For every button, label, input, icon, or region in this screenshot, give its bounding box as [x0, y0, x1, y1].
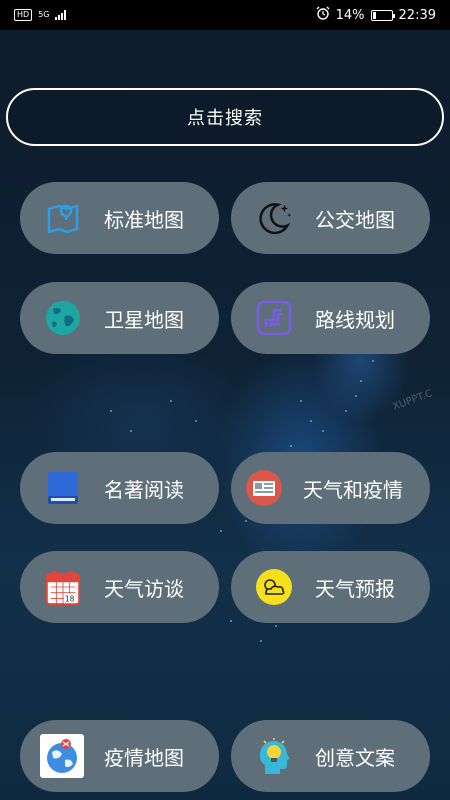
battery-charging-icon	[370, 9, 395, 21]
search-button[interactable]: 点击搜索	[6, 88, 444, 146]
battery-fill	[372, 11, 376, 19]
tile-route-planning[interactable]: 路线规划	[231, 282, 430, 354]
book-icon	[44, 469, 82, 507]
status-left: HD 5G	[14, 9, 67, 21]
lightbulb-head-icon	[255, 737, 293, 775]
status-bar: HD 5G 14% 22:39	[0, 0, 450, 30]
tile-label: 天气和疫情	[303, 477, 403, 502]
tile-label: 疫情地图	[104, 745, 184, 770]
tile-satellite-map[interactable]: 卫星地图	[20, 282, 219, 354]
svg-text:18: 18	[65, 594, 75, 603]
sun-cloud-icon	[255, 568, 293, 606]
hd-badge: HD	[14, 9, 33, 21]
tile-label: 创意文案	[315, 745, 395, 770]
globe-icon	[44, 299, 82, 337]
status-time: 22:39	[398, 7, 436, 23]
newspaper-icon	[245, 469, 283, 507]
map-pin-icon	[44, 199, 82, 237]
tile-label: 卫星地图	[104, 307, 184, 332]
tile-label: 标准地图	[104, 207, 184, 232]
calendar-icon: 18	[44, 568, 82, 606]
tile-creative-copywriting[interactable]: 创意文案	[231, 720, 430, 792]
tile-epidemic-map[interactable]: 疫情地图	[20, 720, 219, 792]
tile-weather-interview[interactable]: 18 天气访谈	[20, 551, 219, 623]
tile-bus-map[interactable]: 公交地图	[231, 182, 430, 254]
tile-label: 路线规划	[315, 307, 395, 332]
route-icon	[255, 299, 293, 337]
tile-label: 公交地图	[315, 207, 395, 232]
tile-weather-forecast[interactable]: 天气预报	[231, 551, 430, 623]
network-type: 5G	[38, 10, 50, 19]
tile-label: 天气预报	[315, 576, 395, 601]
tile-classics-reading[interactable]: 名著阅读	[20, 452, 219, 524]
moon-stars-icon	[255, 199, 293, 237]
earth-map-icon	[40, 734, 84, 778]
status-right: 14% 22:39	[316, 6, 436, 24]
tile-weather-and-epidemic[interactable]: 天气和疫情	[231, 452, 430, 524]
search-label: 点击搜索	[187, 108, 263, 129]
tile-label: 天气访谈	[104, 576, 184, 601]
tile-standard-map[interactable]: 标准地图	[20, 182, 219, 254]
battery-percent: 14%	[335, 7, 365, 23]
signal-icon	[55, 10, 67, 20]
alarm-icon	[316, 6, 330, 24]
tile-label: 名著阅读	[104, 477, 184, 502]
